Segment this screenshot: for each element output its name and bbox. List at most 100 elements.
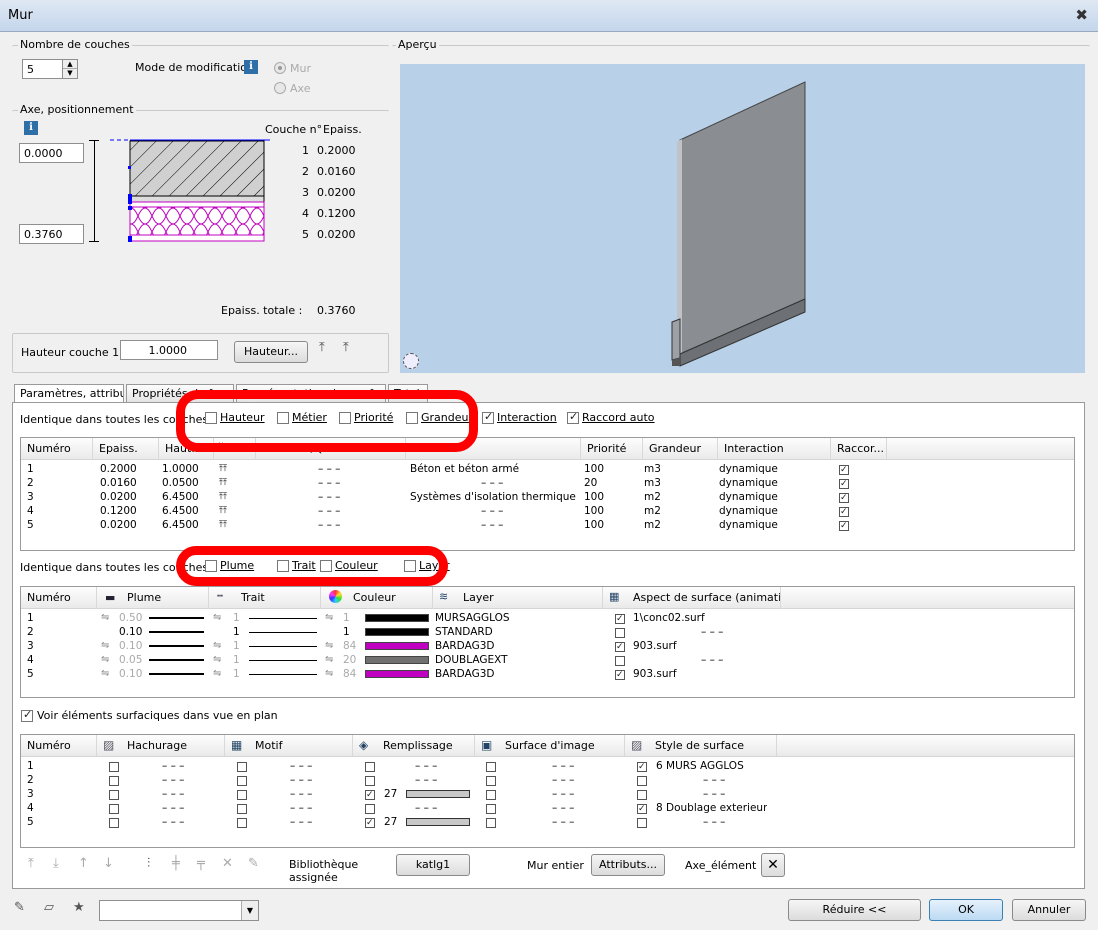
delete-layer-icon[interactable]: ✕ [222, 856, 233, 871]
layers-count-spinner[interactable]: ▲ ▼ [62, 59, 78, 79]
identical-checkbox[interactable] [567, 410, 579, 424]
t3-col-hachurage[interactable]: Hachurage [97, 735, 225, 757]
hachurage-checkbox[interactable] [109, 804, 119, 814]
move-bottom-icon[interactable]: ⤓ [53, 856, 59, 871]
hachurage-cell[interactable] [109, 760, 119, 774]
show-surface-checkbox[interactable] [21, 708, 33, 722]
hachurage-checkbox[interactable] [109, 762, 119, 772]
table-row[interactable]: 2 – – – – – – – – – – – – – – – [21, 773, 1074, 788]
table-row[interactable]: 5 ⇋ 0.10 ⇋ 1 ⇋ 84 BARDAG3D 903.surf [21, 667, 1074, 682]
axis-bottom-input[interactable]: 0.3760 [19, 224, 84, 244]
merge-layer-icon[interactable]: ╤ [197, 856, 205, 871]
table-row[interactable]: 2 0.10 1 1 STANDARD – – – [21, 625, 1074, 639]
navigation-icon[interactable] [403, 353, 419, 369]
motif-checkbox[interactable] [237, 818, 247, 828]
surface-image-checkbox[interactable] [486, 804, 496, 814]
remplissage-checkbox[interactable] [365, 762, 375, 772]
by-layer-icon[interactable]: ⇋ [213, 667, 221, 681]
raccord-checkbox[interactable] [839, 505, 849, 519]
t3-col-numero[interactable]: Numéro [21, 735, 97, 757]
identical-option[interactable]: Raccord auto [567, 410, 655, 424]
height-input[interactable]: 1.0000 [120, 340, 218, 360]
t1-col-priorite[interactable]: Priorité [581, 438, 643, 460]
cancel-button[interactable]: Annuler [1012, 899, 1086, 921]
remplissage-cell[interactable] [365, 760, 375, 774]
motif-cell[interactable] [237, 788, 247, 802]
hachurage-cell[interactable] [109, 802, 119, 816]
t3-col-surface-image[interactable]: Surface d'image [475, 735, 625, 757]
by-layer-icon[interactable]: ⇋ [101, 653, 109, 667]
table-row[interactable]: 4 0.1200 6.4500 ⤒⤒ – – – – – – 100 m2 dynamique [21, 504, 1074, 519]
by-layer-icon[interactable]: ⇋ [325, 667, 333, 681]
remplissage-cell[interactable] [365, 802, 375, 816]
cell-aspect-checkbox[interactable] [615, 612, 625, 626]
arrow-up-bottom-icon[interactable]: ⤒ [343, 340, 349, 355]
height-anchor-icon[interactable]: ⤒⤒ [219, 462, 227, 476]
style-checkbox[interactable] [637, 802, 647, 816]
aspect-checkbox[interactable] [615, 612, 625, 626]
t3-col-motif[interactable]: Motif [225, 735, 353, 757]
style-cell[interactable] [637, 774, 647, 788]
style-cell[interactable] [637, 788, 647, 802]
by-layer-icon[interactable]: ⇋ [101, 639, 109, 653]
mode-radio-mur[interactable] [274, 62, 286, 74]
aspect-checkbox[interactable] [615, 640, 625, 654]
motif-checkbox[interactable] [237, 762, 247, 772]
table-row[interactable]: 1 0.2000 1.0000 ⤒⤒ – – – Béton et béton armé 1… [21, 462, 1074, 477]
favorites-combo[interactable] [99, 900, 259, 921]
identical-option[interactable]: Interaction [482, 410, 557, 424]
surface-image-cell[interactable] [486, 816, 496, 830]
style-cell[interactable] [637, 816, 647, 830]
hachurage-cell[interactable] [109, 816, 119, 830]
t3-col-style[interactable]: Style de surface [625, 735, 777, 757]
by-layer-icon[interactable]: ⇋ [325, 611, 333, 625]
mode-info-icon[interactable]: i [244, 60, 258, 74]
style-cell[interactable] [637, 802, 647, 816]
t1-col-grandeur[interactable]: Grandeur [643, 438, 718, 460]
surface-image-cell[interactable] [486, 760, 496, 774]
motif-checkbox[interactable] [237, 804, 247, 814]
hachurage-checkbox[interactable] [109, 790, 119, 800]
by-layer-icon[interactable]: ⇋ [213, 653, 221, 667]
save-favorite-icon[interactable]: ★ [73, 900, 85, 915]
by-layer-icon[interactable]: ⇋ [213, 639, 221, 653]
table-row[interactable]: 1 ⇋ 0.50 ⇋ 1 ⇋ 1 MURSAGGLOS 1\conc02.surf [21, 611, 1074, 626]
by-layer-icon[interactable]: ⇋ [325, 653, 333, 667]
spin-up-icon[interactable]: ▲ [63, 60, 77, 69]
t1-col-raccord[interactable]: Raccor... [831, 438, 887, 460]
height-anchor-icon[interactable]: ⤒⤒ [219, 476, 227, 490]
open-folder-icon[interactable]: ▱ [44, 900, 54, 915]
aspect-checkbox[interactable] [615, 628, 625, 638]
spin-down-icon[interactable]: ▼ [63, 69, 77, 78]
hachurage-cell[interactable] [109, 788, 119, 802]
style-checkbox[interactable] [637, 776, 647, 786]
surface-image-checkbox[interactable] [486, 762, 496, 772]
cell-aspect-checkbox[interactable] [615, 668, 625, 682]
remplissage-cell[interactable] [365, 816, 375, 830]
preview-viewport[interactable] [400, 64, 1085, 373]
t2-col-layer[interactable]: Layer [433, 587, 603, 609]
attributes-button[interactable]: Attributs... [591, 854, 665, 876]
motif-checkbox[interactable] [237, 790, 247, 800]
cell-raccord[interactable] [839, 477, 849, 491]
motif-cell[interactable] [237, 802, 247, 816]
cell-raccord[interactable] [839, 491, 849, 505]
t3-col-remplissage[interactable]: Remplissage [353, 735, 475, 757]
hachurage-checkbox[interactable] [109, 818, 119, 828]
remplissage-cell[interactable] [365, 774, 375, 788]
cell-raccord[interactable] [839, 505, 849, 519]
hachurage-checkbox[interactable] [109, 776, 119, 786]
table-row[interactable]: 2 0.0160 0.0500 ⤒⤒ – – – – – – 20 m3 dynamique [21, 476, 1074, 491]
reduce-button[interactable]: Réduire << [788, 899, 921, 921]
surface-image-checkbox[interactable] [486, 818, 496, 828]
axis-info-icon[interactable]: i [24, 121, 38, 135]
cell-aspect-checkbox[interactable] [615, 640, 625, 654]
cell-raccord[interactable] [839, 463, 849, 477]
table-row[interactable]: 4 ⇋ 0.05 ⇋ 1 ⇋ 20 DOUBLAGEXT – – – [21, 653, 1074, 667]
move-top-icon[interactable]: ⤒ [28, 856, 34, 871]
surface-image-checkbox[interactable] [486, 790, 496, 800]
arrow-up-top-icon[interactable]: ⤒ [319, 340, 325, 355]
motif-cell[interactable] [237, 774, 247, 788]
t1-col-interaction[interactable]: Interaction [718, 438, 831, 460]
raccord-checkbox[interactable] [839, 519, 849, 533]
